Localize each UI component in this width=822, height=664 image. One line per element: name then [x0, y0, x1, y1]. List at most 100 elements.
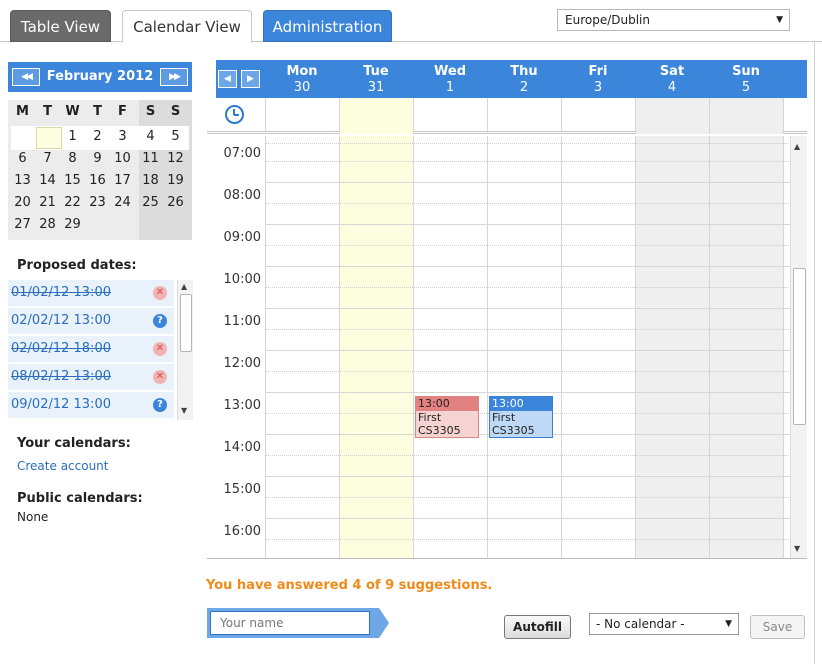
- column-divider: [635, 98, 636, 134]
- calendar-event[interactable]: 13:00 First CS3305: [489, 396, 553, 438]
- create-account-link[interactable]: Create account: [17, 459, 109, 473]
- proposed-date-item[interactable]: 02/02/12 18:00 ✕: [8, 336, 174, 362]
- mini-calendar-weekday: S: [145, 104, 156, 119]
- scroll-up-icon[interactable]: ▲: [181, 282, 187, 291]
- mini-calendar-day[interactable]: 29: [60, 214, 85, 236]
- column-divider: [339, 98, 340, 134]
- mini-calendar-day[interactable]: 1: [60, 126, 85, 148]
- mini-calendar-day[interactable]: 7: [35, 148, 60, 170]
- calendar-event[interactable]: 13:00 First CS3305: [415, 396, 479, 438]
- timezone-value: Europe/Dublin: [565, 13, 650, 27]
- mini-calendar-day[interactable]: 26: [163, 192, 188, 214]
- calendar-select-value: - No calendar -: [596, 617, 685, 631]
- public-calendars-title: Public calendars:: [17, 491, 143, 506]
- half-hour-line: [265, 161, 793, 162]
- calendar-select[interactable]: - No calendar - ▼: [589, 613, 739, 635]
- mini-calendar-month: February 2012: [46, 69, 154, 84]
- close-icon[interactable]: ✕: [153, 342, 167, 356]
- mini-calendar-day[interactable]: 24: [110, 192, 135, 214]
- event-title: First CS3305: [418, 411, 461, 437]
- right-arrow-icon[interactable]: ▶: [241, 70, 260, 88]
- time-grid-scrollbar[interactable]: ▲ ▼: [790, 136, 807, 558]
- hour-line: [265, 182, 793, 183]
- mini-calendar-day[interactable]: 5: [163, 126, 188, 148]
- double-right-arrow-icon[interactable]: ▶▶: [160, 68, 188, 86]
- hour-label: 11:00: [223, 314, 261, 329]
- name-input[interactable]: [210, 611, 370, 635]
- close-icon[interactable]: ✕: [153, 370, 167, 384]
- column-divider: [783, 98, 784, 134]
- hour-label: 16:00: [223, 524, 261, 539]
- mini-calendar-day[interactable]: 23: [85, 192, 110, 214]
- proposed-date-label: 08/02/12 13:00: [11, 369, 111, 384]
- scroll-down-icon[interactable]: ▼: [181, 406, 187, 415]
- scroll-up-icon[interactable]: ▲: [794, 142, 800, 151]
- mini-calendar-day[interactable]: 12: [163, 148, 188, 170]
- mini-calendar-header: ◀◀ February 2012 ▶▶: [8, 62, 192, 92]
- week-header: ◀ ▶ Mon 30 Tue 31 Wed 1 Thu 2 Fri 3 Sat 4 Sun 5: [216, 60, 807, 98]
- mini-calendar-day[interactable]: 17: [110, 170, 135, 192]
- close-icon[interactable]: ✕: [153, 286, 167, 300]
- weekend-column: [635, 98, 709, 134]
- mini-calendar-day[interactable]: 4: [138, 126, 163, 148]
- question-icon[interactable]: ?: [153, 398, 167, 412]
- weekend-column: [709, 98, 783, 134]
- mini-calendar-weekday: T: [43, 104, 52, 119]
- scrollbar-thumb[interactable]: [793, 268, 806, 425]
- today-column: [339, 136, 413, 558]
- today-column: [339, 98, 413, 134]
- mini-calendar-day[interactable]: 21: [35, 192, 60, 214]
- column-divider: [413, 98, 414, 134]
- proposed-date-item[interactable]: 09/02/12 13:00?: [8, 392, 174, 418]
- mini-calendar-weekday: S: [170, 104, 181, 119]
- save-button[interactable]: Save: [750, 615, 805, 639]
- event-title: First CS3305: [492, 411, 535, 437]
- mini-calendar-day[interactable]: 8: [60, 148, 85, 170]
- mini-calendar-day[interactable]: 11: [138, 148, 163, 170]
- mini-calendar-day[interactable]: 2: [85, 126, 110, 148]
- mini-calendar-day[interactable]: 14: [35, 170, 60, 192]
- day-date: 31: [367, 80, 385, 95]
- page-border: [814, 42, 815, 664]
- proposed-dates-scrollbar[interactable]: ▲ ▼: [177, 280, 193, 420]
- question-icon[interactable]: ?: [153, 314, 167, 328]
- mini-calendar-day[interactable]: 19: [163, 170, 188, 192]
- mini-calendar-day[interactable]: 20: [10, 192, 35, 214]
- half-hour-line: [265, 287, 793, 288]
- hour-line: [265, 350, 793, 351]
- mini-calendar-day[interactable]: 18: [138, 170, 163, 192]
- day-name: Mon: [286, 64, 318, 79]
- mini-calendar-day[interactable]: 10: [110, 148, 135, 170]
- tab-calendar-view[interactable]: Calendar View: [122, 10, 252, 43]
- mini-calendar-day[interactable]: 15: [60, 170, 85, 192]
- hour-label: 13:00: [223, 398, 261, 413]
- column-divider: [561, 136, 562, 558]
- mini-calendar-day[interactable]: 28: [35, 214, 60, 236]
- timezone-select[interactable]: Europe/Dublin ▼: [557, 9, 790, 31]
- proposed-date-item[interactable]: 08/02/12 13:00 ✕: [8, 364, 174, 390]
- scroll-down-icon[interactable]: ▼: [794, 544, 800, 553]
- day-date: 30: [293, 80, 311, 95]
- proposed-date-item[interactable]: 02/02/12 13:00?: [8, 308, 174, 334]
- mini-calendar-day[interactable]: 27: [10, 214, 35, 236]
- mini-calendar-day[interactable]: 9: [85, 148, 110, 170]
- mini-calendar-day[interactable]: 3: [110, 126, 135, 148]
- autofill-button[interactable]: Autofill: [504, 615, 571, 639]
- proposed-date-label: 09/02/12 13:00: [11, 397, 111, 412]
- day-header: Sat 4: [635, 64, 709, 95]
- half-hour-line: [265, 497, 793, 498]
- mini-calendar-day[interactable]: 25: [138, 192, 163, 214]
- left-arrow-icon[interactable]: ◀: [218, 70, 237, 88]
- scrollbar-thumb[interactable]: [180, 294, 192, 352]
- time-grid: 07:00 08:00 09:00 10:00 11:00 12:00 13:00 14:00…: [207, 136, 807, 559]
- day-date: 1: [445, 80, 455, 95]
- tab-table-view[interactable]: Table View: [10, 10, 111, 42]
- mini-calendar-day[interactable]: 6: [10, 148, 35, 170]
- proposed-date-item[interactable]: 01/02/12 13:00 ✕: [8, 280, 174, 306]
- mini-calendar-day[interactable]: 16: [85, 170, 110, 192]
- mini-calendar-day[interactable]: 13: [10, 170, 35, 192]
- double-left-arrow-icon[interactable]: ◀◀: [12, 68, 40, 86]
- tab-administration[interactable]: Administration: [263, 10, 392, 42]
- day-name: Tue: [363, 64, 389, 79]
- mini-calendar-day[interactable]: 22: [60, 192, 85, 214]
